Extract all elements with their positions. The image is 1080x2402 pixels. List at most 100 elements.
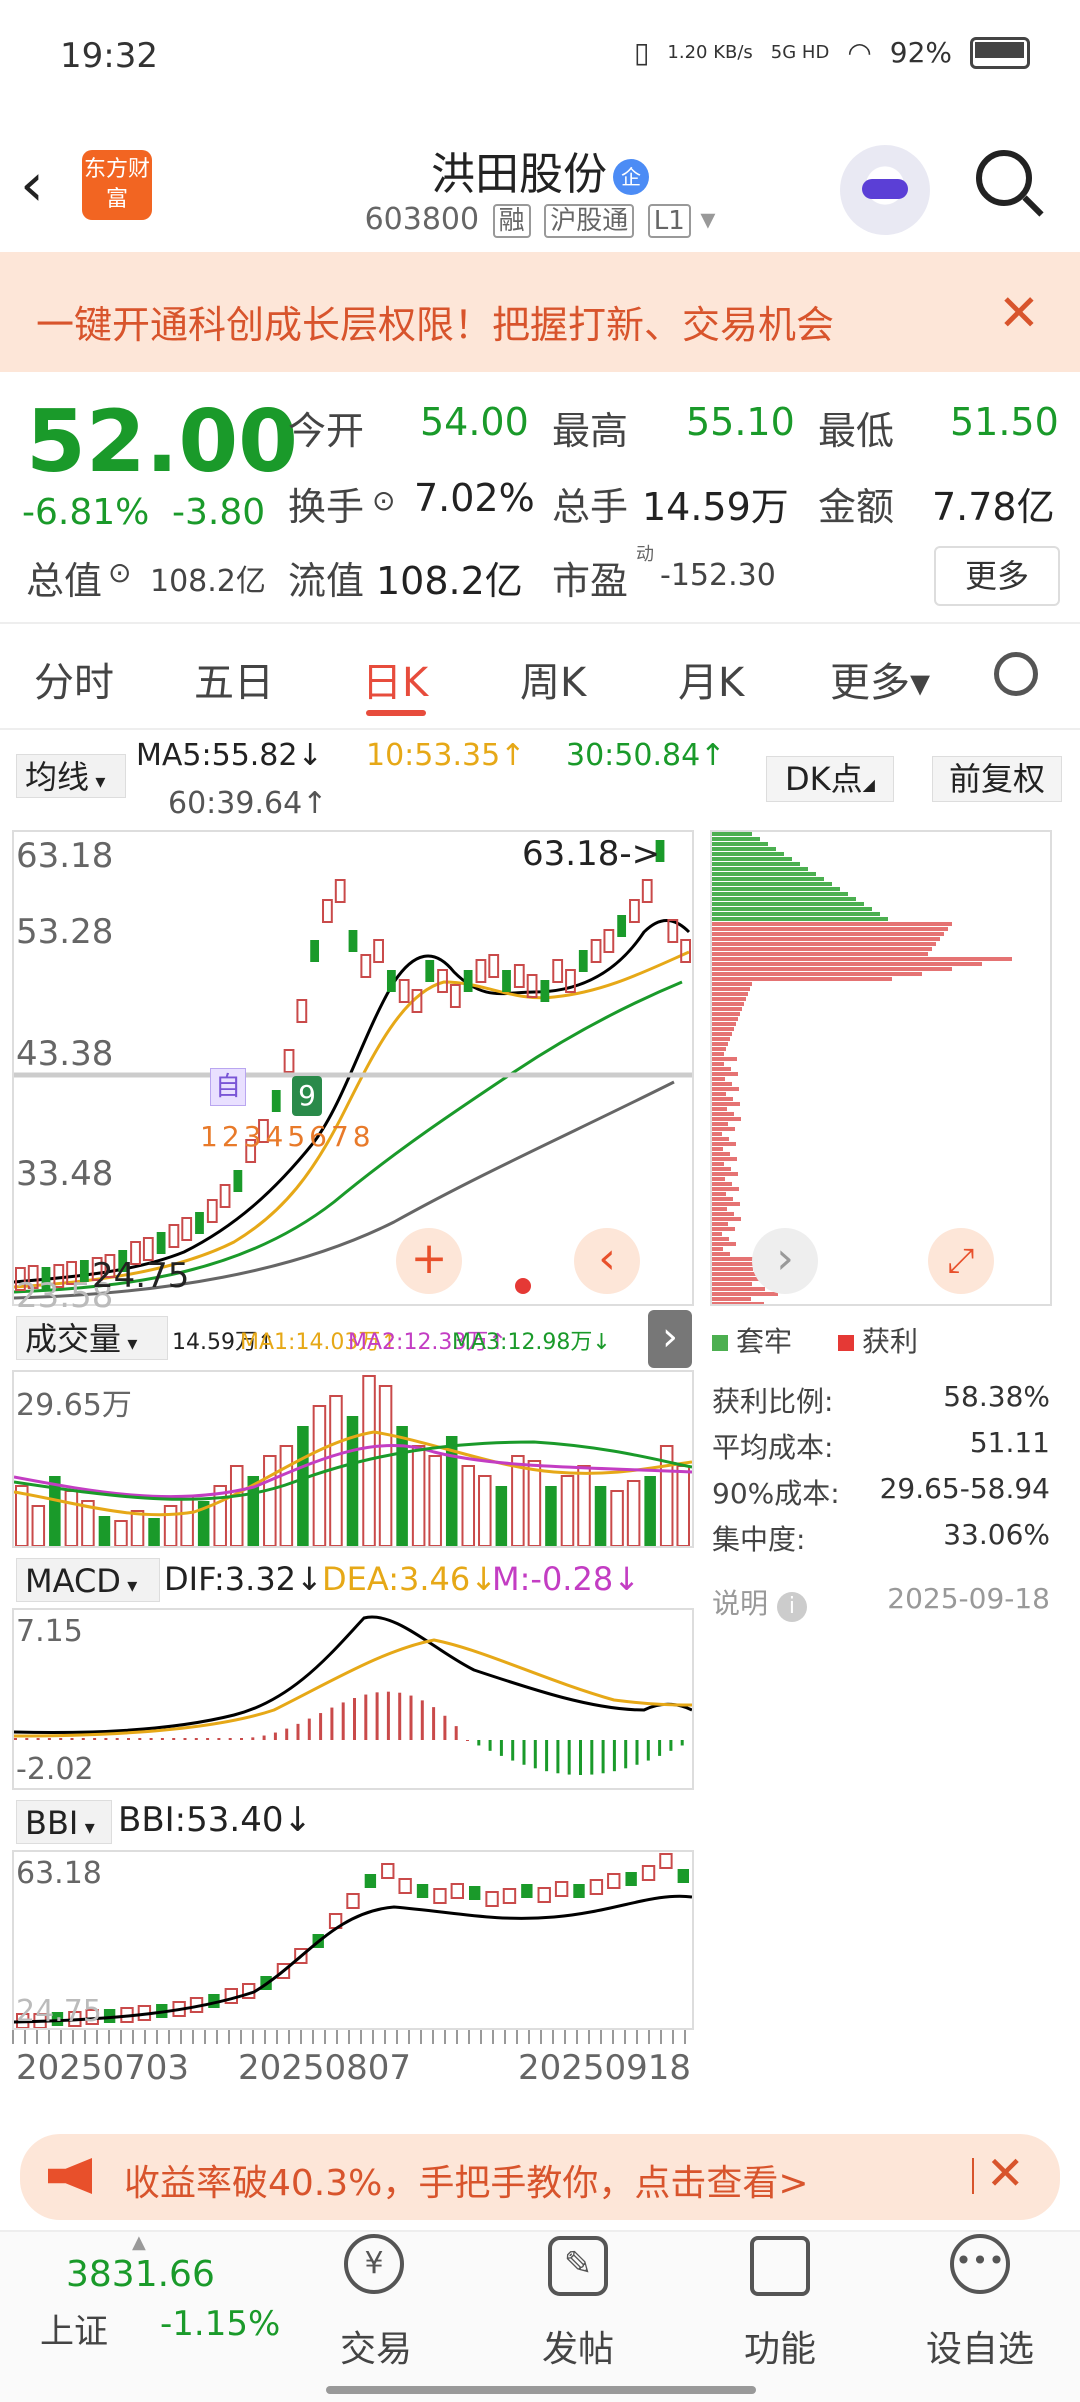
- chip-bar: [712, 1157, 737, 1161]
- index-name[interactable]: 上证: [40, 2304, 108, 2353]
- macd-bar: [635, 1740, 639, 1765]
- bbi-select[interactable]: BBI ▾: [16, 1800, 112, 1844]
- vol-ma3: MA3:12.98万↓: [452, 1330, 611, 1355]
- chip-bar: [712, 1067, 731, 1071]
- macd-bar: [443, 1715, 447, 1740]
- volume-bar: [610, 1490, 624, 1547]
- self-select-marker[interactable]: 自: [210, 1068, 246, 1106]
- volume-bar: [98, 1516, 111, 1546]
- more-button[interactable]: 更多: [934, 546, 1060, 606]
- wifi-icon: ◠: [847, 36, 872, 69]
- volume-bar: [428, 1455, 442, 1547]
- chevron-left-icon[interactable]: ‹: [574, 1228, 640, 1294]
- note-link[interactable]: 说明 i: [712, 1582, 807, 1622]
- plus-icon[interactable]: +: [396, 1228, 462, 1294]
- info-icon[interactable]: ⊙: [108, 556, 131, 589]
- seq-marker: 7: [330, 1120, 353, 1153]
- macd-bar: [454, 1726, 458, 1740]
- chip-bar: [712, 847, 776, 851]
- tab-5day[interactable]: 五日: [194, 650, 274, 708]
- post-icon[interactable]: ✎: [548, 2236, 608, 2296]
- index-value[interactable]: 3831.66: [66, 2254, 215, 2295]
- macd-bar: [93, 1738, 97, 1740]
- current-price: 52.00: [26, 392, 299, 492]
- pe-dynamic-mark: 动: [636, 544, 654, 565]
- close-icon[interactable]: ✕: [986, 2146, 1025, 2200]
- assistant-robot-icon[interactable]: [840, 145, 930, 235]
- macd-select[interactable]: MACD ▾: [16, 1558, 160, 1602]
- chip-bar: [712, 1127, 735, 1131]
- bbi-candle: [450, 1883, 465, 1899]
- nav-trade[interactable]: 交易: [306, 2320, 446, 2372]
- tab-daily-k[interactable]: 日K: [362, 650, 428, 708]
- index-pct[interactable]: -1.15%: [160, 2304, 280, 2344]
- net-speed: 1.20 KB/s: [667, 41, 753, 63]
- chip-bar: [712, 852, 784, 856]
- candle: [373, 939, 384, 963]
- chip-bar: [712, 1032, 732, 1036]
- pe-value: -152.30: [660, 558, 776, 593]
- chip-bar: [712, 1072, 738, 1076]
- turnover-label: 换手: [288, 485, 365, 529]
- ma-select-label: 均线: [25, 758, 90, 796]
- nav-post[interactable]: 发帖: [508, 2320, 648, 2372]
- promo-text[interactable]: 收益率破40.3%，手把手教你，点击查看>: [124, 2154, 809, 2206]
- gear-icon[interactable]: [994, 652, 1038, 696]
- kline-y-tick: 63.18: [16, 836, 114, 876]
- macd-bar: [183, 1738, 187, 1740]
- chip-bar: [712, 1147, 723, 1151]
- macd-bar: [273, 1732, 277, 1740]
- close-icon[interactable]: ✕: [998, 284, 1040, 342]
- candle: [603, 929, 615, 953]
- more-dots-icon[interactable]: •••: [950, 2234, 1010, 2294]
- bbi-candle: [573, 1884, 585, 1898]
- chip-bar: [712, 867, 808, 871]
- nav-function[interactable]: 功能: [710, 2320, 850, 2372]
- macd-bar: [533, 1740, 537, 1769]
- info-icon: i: [776, 1592, 807, 1622]
- forward-adjust-button[interactable]: 前复权: [932, 756, 1062, 802]
- chip-bar: [712, 977, 892, 981]
- ma-select[interactable]: 均线 ▾: [16, 754, 126, 798]
- chip-bar: [712, 1302, 764, 1306]
- macd-chart[interactable]: [12, 1608, 694, 1790]
- volume-bar: [411, 1445, 426, 1547]
- bbi-candle: [521, 1884, 533, 1898]
- nav-add-watch[interactable]: 设自选: [910, 2320, 1050, 2372]
- macd-bar: [59, 1738, 63, 1740]
- chip-bar: [712, 917, 888, 921]
- ma5-line: [13, 919, 691, 1284]
- expand-panel-icon[interactable]: ›: [648, 1310, 692, 1368]
- bbi-line: [13, 1894, 693, 2024]
- chip-bar: [712, 887, 840, 891]
- tab-more[interactable]: 更多▾: [830, 650, 930, 708]
- chip-distribution[interactable]: [710, 830, 1052, 1306]
- candle: [502, 970, 511, 992]
- macd-bar: [194, 1738, 198, 1740]
- volume-select[interactable]: 成交量 ▾: [16, 1316, 168, 1360]
- chevron-right-icon[interactable]: ›: [752, 1228, 818, 1294]
- info-icon[interactable]: ⊙: [372, 484, 395, 517]
- chip-bar: [712, 962, 982, 966]
- trade-icon[interactable]: ¥: [344, 2234, 404, 2294]
- chip-bar: [712, 1212, 734, 1216]
- candle: [513, 964, 525, 988]
- bbi-chart[interactable]: [12, 1850, 694, 2030]
- kline-max-label: 63.18->: [522, 834, 661, 874]
- chip-bar: [712, 957, 1012, 961]
- macd-bar: [466, 1740, 469, 1741]
- candle: [334, 879, 346, 903]
- tab-intraday[interactable]: 分时: [34, 650, 114, 708]
- ma5-value: MA5:55.82↓: [136, 738, 323, 773]
- expand-icon[interactable]: ⤢: [928, 1228, 994, 1294]
- dk-point-button[interactable]: DK点◢: [766, 756, 894, 802]
- bbi-svg: [13, 1853, 693, 2029]
- grid-icon[interactable]: [750, 2236, 810, 2296]
- banner-text[interactable]: 一键开通科创成长层权限！把握打新、交易机会: [36, 294, 834, 349]
- tab-weekly-k[interactable]: 周K: [520, 650, 586, 708]
- nine-signal-marker[interactable]: 9: [292, 1076, 322, 1116]
- tab-monthly-k[interactable]: 月K: [678, 650, 744, 708]
- macd-y-bot: -2.02: [16, 1752, 94, 1787]
- search-icon[interactable]: [976, 150, 1032, 206]
- profit-swatch: [838, 1335, 854, 1351]
